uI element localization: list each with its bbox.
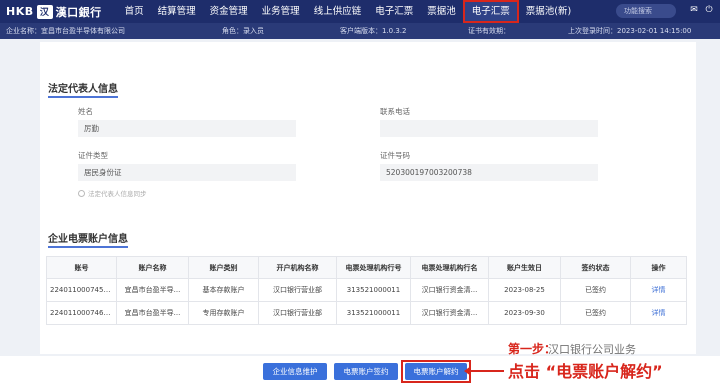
nav-bill-pool-new[interactable]: 票据池(新) [519, 0, 578, 23]
nav-e-draft-active[interactable]: 电子汇票 [462, 0, 519, 23]
nav-supply-chain[interactable]: 线上供应链 [307, 0, 369, 23]
nav-business[interactable]: 业务管理 [255, 0, 307, 23]
watermark: 汉口银行公司业务 [548, 343, 636, 356]
cell-branch: 汉口银行营业部 [258, 301, 337, 325]
radio-icon [78, 189, 85, 197]
details-link[interactable]: 详情 [630, 301, 687, 325]
id-type-label: 证件类型 [78, 151, 108, 160]
cell-account-type: 基本存款账户 [188, 278, 259, 302]
cell-bank-code: 313521000011 [336, 301, 411, 325]
cell-account-no: 2240110007457... [46, 278, 117, 302]
cell-account-no: 2240110007469... [46, 301, 117, 325]
col-branch: 开户机构名称 [258, 256, 337, 279]
account-table: 账号 账户名称 账户类别 开户机构名称 电票处理机构行号 电票处理机构行名 账户… [46, 256, 687, 325]
col-sign-status: 签约状态 [560, 256, 631, 279]
role-info: 角色：录入员 [222, 27, 264, 35]
cell-bank-name: 汉口银行资金清... [410, 278, 489, 302]
table-header-row: 账号 账户名称 账户类别 开户机构名称 电票处理机构行号 电票处理机构行名 账户… [46, 256, 687, 279]
cell-bank-code: 313521000011 [336, 278, 411, 302]
account-section-title: 企业电票账户信息 [48, 230, 128, 248]
cell-account-name: 宜昌市台盈半导... [116, 301, 189, 325]
sync-label: 法定代表人信息同步 [88, 190, 147, 198]
top-navbar: HKB 汉 漢口銀行 首页 结算管理 资金管理 业务管理 线上供应链 电子汇票 … [0, 0, 720, 23]
maintain-info-button[interactable]: 企业信息维护 [263, 363, 327, 380]
company-name: 企业名称：宜昌市台盈半导体有限公司 [6, 27, 125, 35]
sign-account-button[interactable]: 电票账户签约 [334, 363, 398, 380]
nav-funds[interactable]: 资金管理 [203, 0, 255, 23]
legal-rep-title: 法定代表人信息 [48, 80, 118, 98]
cert-validity: 证书有效期： [468, 27, 510, 35]
col-account-name: 账户名称 [116, 256, 189, 279]
cell-effective-date: 2023-08-25 [488, 278, 561, 302]
main-nav: 首页 结算管理 资金管理 业务管理 线上供应链 电子汇票 票据池 电子汇票 票据… [118, 0, 579, 23]
table-row: 2240110007469... 宜昌市台盈半导... 专用存款账户 汉口银行营… [46, 301, 687, 325]
bank-name: 漢口銀行 [55, 5, 102, 19]
col-account-type: 账户类别 [188, 256, 259, 279]
cell-sign-status: 已签约 [560, 301, 631, 325]
last-login: 上次登录时间：2023-02-01 14:15:00 [568, 27, 692, 35]
cell-sign-status: 已签约 [560, 278, 631, 302]
cell-account-name: 宜昌市台盈半导... [116, 278, 189, 302]
message-icon[interactable]: ✉ [689, 5, 699, 16]
col-bank-name: 电票处理机构行名 [410, 256, 489, 279]
nav-e-draft[interactable]: 电子汇票 [368, 0, 420, 23]
pointer-arrow [464, 366, 504, 376]
client-version: 客户端版本：1.0.3.2 [340, 27, 407, 35]
power-icon[interactable]: ⏻ [704, 5, 714, 16]
nav-bill-pool[interactable]: 票据池 [420, 0, 463, 23]
cell-bank-name: 汉口银行资金清... [410, 301, 489, 325]
details-link[interactable]: 详情 [630, 278, 687, 302]
col-account-no: 账号 [46, 256, 117, 279]
search-input[interactable]: 功能搜索 [616, 4, 676, 18]
unsign-highlight-box [401, 360, 471, 383]
logo-badge: 汉 [36, 4, 53, 19]
bank-logo: HKB 汉 漢口銀行 [0, 4, 102, 20]
table-row: 2240110007457... 宜昌市台盈半导... 基本存款账户 汉口银行营… [46, 278, 687, 302]
id-number-label: 证件号码 [380, 151, 410, 160]
top-icons: ✉ ⏻ [689, 5, 714, 16]
col-operation: 操作 [630, 256, 687, 279]
name-field: 厉勤 [78, 120, 296, 137]
id-number-field: 520300197003200738 [380, 164, 598, 181]
sync-checkbox[interactable]: 法定代表人信息同步 [78, 188, 147, 198]
id-type-field: 居民身份证 [78, 164, 296, 181]
cell-account-type: 专用存款账户 [188, 301, 259, 325]
col-effective-date: 账户生效日 [488, 256, 561, 279]
cell-branch: 汉口银行营业部 [258, 278, 337, 302]
info-bar: 企业名称：宜昌市台盈半导体有限公司 角色：录入员 客户端版本：1.0.3.2 证… [0, 23, 720, 39]
nav-home[interactable]: 首页 [118, 0, 151, 23]
main-panel: 法定代表人信息 姓名 厉勤 联系电话 证件类型 居民身份证 证件号码 52030… [40, 42, 696, 354]
phone-label: 联系电话 [380, 107, 410, 116]
step-instruction: 点击 “电票账户解约” [508, 362, 663, 381]
name-label: 姓名 [78, 107, 93, 116]
cell-effective-date: 2023-09-30 [488, 301, 561, 325]
col-bank-code: 电票处理机构行号 [336, 256, 411, 279]
nav-settlement[interactable]: 结算管理 [151, 0, 203, 23]
phone-field [380, 120, 598, 137]
logo-text: HKB [6, 5, 34, 18]
